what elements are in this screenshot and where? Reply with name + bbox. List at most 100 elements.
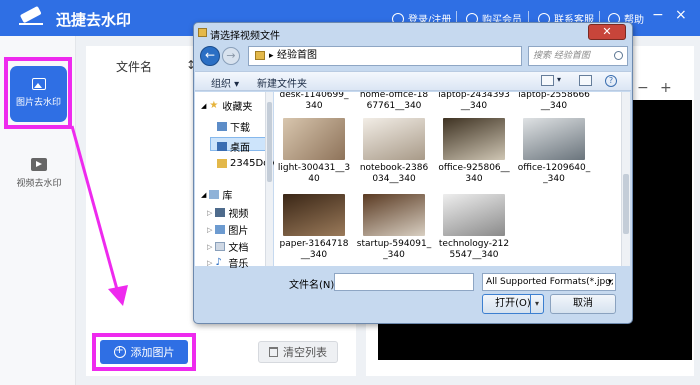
nav-label: 音乐 bbox=[228, 259, 249, 270]
filename-label: 文件名(N): bbox=[289, 280, 338, 291]
forward-button[interactable]: → bbox=[222, 47, 240, 65]
preview-pane-icon[interactable] bbox=[579, 75, 592, 86]
expand-icon: ◢ bbox=[201, 190, 207, 199]
nav-label: 视频 bbox=[228, 209, 249, 220]
file-item[interactable]: office-925806__ 340 bbox=[436, 118, 512, 185]
file-item[interactable]: laptop-2558666 __340 bbox=[516, 92, 592, 112]
file-item[interactable]: home-office-18 67761__340 bbox=[356, 92, 432, 112]
file-item[interactable]: light-300431__3 40 bbox=[276, 118, 352, 185]
nav-item-desktop[interactable]: 桌面 bbox=[217, 139, 250, 154]
image-thumbnail bbox=[443, 118, 505, 160]
minimize-button[interactable]: − bbox=[652, 7, 664, 23]
cancel-button[interactable]: 取消 bbox=[550, 294, 616, 314]
dropdown-arrow-icon: ▾ bbox=[607, 277, 612, 286]
nav-item-videos[interactable]: ▷ 视频 bbox=[207, 205, 248, 220]
expand-icon: ▷ bbox=[207, 242, 213, 251]
nav-label: 文档 bbox=[228, 243, 249, 254]
file-name: light-300431__3 40 bbox=[277, 163, 351, 184]
eraser-logo-icon bbox=[19, 6, 43, 25]
folder-icon bbox=[217, 159, 227, 168]
back-button[interactable]: ← bbox=[200, 46, 220, 66]
nav-item-libraries[interactable]: ◢ 库 bbox=[201, 187, 232, 202]
nav-item-downloads[interactable]: 下载 bbox=[217, 119, 250, 134]
filetype-value: All Supported Formats(*.jpg; bbox=[486, 277, 614, 287]
address-path: 经验首图 bbox=[277, 50, 317, 61]
view-dropdown-icon[interactable]: ▾ bbox=[557, 75, 561, 84]
nav-scrollbar-thumb[interactable] bbox=[267, 102, 272, 182]
document-lib-icon bbox=[215, 242, 226, 251]
video-lib-icon bbox=[215, 208, 226, 217]
image-thumbnail bbox=[443, 194, 505, 236]
expand-icon: ▷ bbox=[207, 258, 213, 267]
nav-item-music[interactable]: ▷ ♪ 音乐 bbox=[207, 255, 249, 271]
filename-input[interactable] bbox=[334, 273, 474, 291]
expand-icon: ▷ bbox=[207, 208, 213, 217]
file-scrollbar[interactable] bbox=[621, 92, 630, 266]
file-item[interactable]: office-1209640_ _340 bbox=[516, 118, 592, 185]
open-dropdown-button[interactable]: ▾ bbox=[530, 294, 544, 314]
picture-lib-icon bbox=[215, 225, 226, 234]
nav-scrollbar[interactable] bbox=[265, 92, 273, 266]
dialog-toolbar: 组织 ▾ 新建文件夹 ▾ ? bbox=[195, 71, 631, 91]
image-thumbnail bbox=[363, 118, 425, 160]
file-item[interactable]: technology-212 5547__340 bbox=[436, 194, 512, 261]
search-placeholder: 搜索 经验首图 bbox=[533, 51, 590, 61]
dialog-close-button[interactable]: ✕ bbox=[588, 24, 626, 40]
chevron-right-icon: ▸ bbox=[269, 51, 274, 61]
organize-menu[interactable]: 组织 ▾ bbox=[211, 75, 239, 90]
address-bar[interactable]: ▸ 经验首图 bbox=[248, 46, 522, 66]
nav-item-favorites[interactable]: ◢ ★ 收藏夹 bbox=[201, 98, 253, 114]
expand-icon: ▷ bbox=[207, 225, 213, 234]
nav-item-documents[interactable]: ▷ 文档 bbox=[207, 239, 248, 254]
music-lib-icon: ♪ bbox=[215, 257, 222, 268]
file-item[interactable]: notebook-2386 034__340 bbox=[356, 118, 432, 185]
file-item[interactable]: startup-594091_ _340 bbox=[356, 194, 432, 261]
video-icon bbox=[31, 158, 47, 171]
clear-list-button[interactable]: 清空列表 bbox=[258, 341, 338, 363]
library-icon bbox=[209, 190, 220, 199]
file-name: office-1209640_ _340 bbox=[517, 163, 591, 184]
expand-icon: ◢ bbox=[201, 101, 207, 110]
new-folder-button[interactable]: 新建文件夹 bbox=[257, 75, 307, 90]
file-item[interactable]: laptop-2434393 __340 bbox=[436, 92, 512, 112]
clear-list-label: 清空列表 bbox=[283, 346, 327, 359]
view-options-icon[interactable] bbox=[541, 75, 554, 86]
file-name: paper-3164718 __340 bbox=[279, 239, 349, 260]
zoom-out-button[interactable]: − bbox=[637, 80, 649, 96]
zoom-in-button[interactable]: + bbox=[660, 80, 672, 96]
sidebar-item-video-watermark[interactable]: 视频去水印 bbox=[8, 158, 70, 189]
highlight-box-add-button bbox=[92, 333, 196, 371]
open-file-dialog: 请选择视频文件 ✕ ← → ▸ 经验首图 搜索 经验首图 组织 ▾ 新建文件夹 … bbox=[193, 22, 633, 324]
file-grid: desk-1140699_ 340 home-office-18 67761__… bbox=[274, 92, 621, 266]
close-window-button[interactable]: × bbox=[675, 7, 687, 23]
desktop-icon bbox=[217, 142, 227, 151]
nav-label: 下载 bbox=[230, 123, 250, 134]
folder-icon bbox=[198, 28, 207, 37]
address-row: ← → ▸ 经验首图 搜索 经验首图 bbox=[198, 45, 628, 69]
folder-icon bbox=[255, 51, 265, 60]
nav-label: 桌面 bbox=[230, 143, 250, 154]
nav-label: 图片 bbox=[228, 226, 249, 237]
file-item[interactable]: paper-3164718 __340 bbox=[276, 194, 352, 261]
sidebar-item-label: 视频去水印 bbox=[16, 179, 62, 189]
highlight-box-sidebar bbox=[4, 57, 72, 129]
nav-item-pictures[interactable]: ▷ 图片 bbox=[207, 222, 248, 237]
nav-label: 库 bbox=[222, 191, 233, 202]
dialog-title: 请选择视频文件 bbox=[210, 31, 280, 42]
filetype-select[interactable]: All Supported Formats(*.jpg; ▾ bbox=[482, 273, 616, 291]
image-thumbnail bbox=[523, 118, 585, 160]
file-name: notebook-2386 034__340 bbox=[359, 163, 429, 184]
image-thumbnail bbox=[283, 118, 345, 160]
navigation-pane: ◢ ★ 收藏夹 下载 桌面 2345Dov ◢ 库 ▷ 视频 ▷ 图片 ▷ 文档… bbox=[195, 92, 275, 270]
filename-column-header: 文件名 bbox=[116, 60, 153, 74]
file-name: technology-212 5547__340 bbox=[438, 239, 510, 260]
search-input[interactable]: 搜索 经验首图 bbox=[528, 46, 628, 66]
search-icon bbox=[614, 51, 623, 60]
open-button-label: 打开(O) bbox=[495, 298, 531, 309]
star-icon: ★ bbox=[209, 100, 219, 111]
file-item[interactable]: desk-1140699_ 340 bbox=[276, 92, 352, 112]
file-scrollbar-thumb[interactable] bbox=[623, 174, 629, 234]
image-thumbnail bbox=[363, 194, 425, 236]
nav-label: 收藏夹 bbox=[222, 102, 253, 113]
help-icon[interactable]: ? bbox=[605, 75, 617, 87]
